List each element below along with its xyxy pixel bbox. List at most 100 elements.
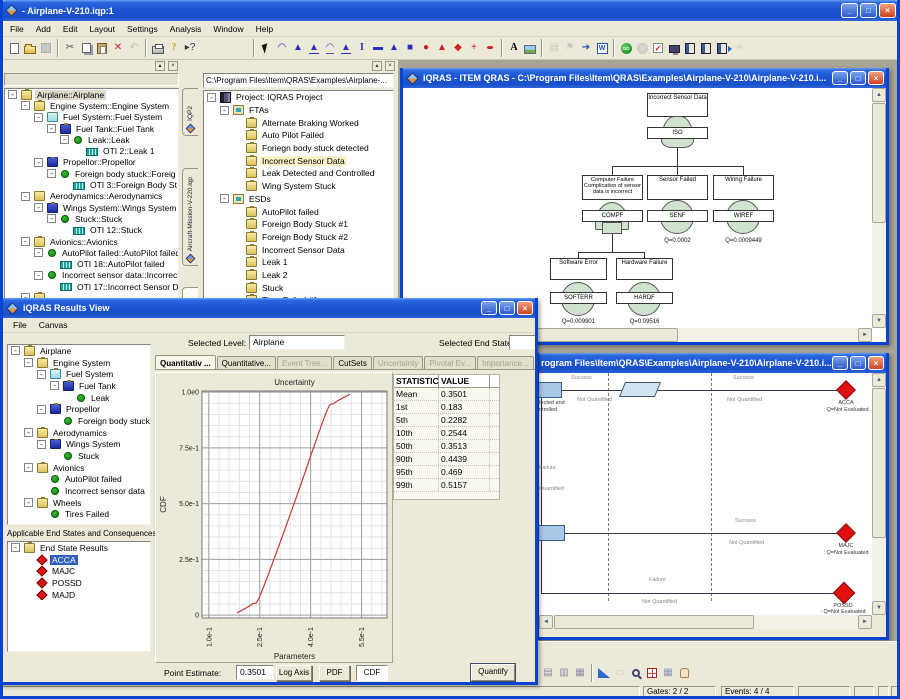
stats-row-mean[interactable]: Mean0.3501 [394,388,499,401]
proj-alternate-braking-worked[interactable]: Alternate Braking Worked [204,116,393,129]
event-sequence-canvas[interactable]: tected and ntrolled Success Not Quantifi… [539,373,872,615]
cross-event-tool[interactable]: + [466,40,482,57]
rv-foreign-body-stuck[interactable]: Foreign body stuck [8,415,150,427]
results-menu-file[interactable]: File [7,319,33,331]
tree-expander-icon[interactable]: - [24,428,33,437]
end-state-acca[interactable] [836,380,856,400]
or-gate-tool[interactable]: ▲ [290,40,306,57]
esd-document-window[interactable]: rogram Files\Item\QRAS\Examples\Airplane… [536,353,889,640]
stats-row-10th[interactable]: 10th0.2544 [394,427,499,440]
hier-fuel-system-fuel-system[interactable]: -Fuel System::Fuel System [5,112,178,123]
fta-event-box-wiref[interactable]: Wiring Failure [713,175,774,200]
proj-foreign-body-stuck-1[interactable]: Foreign Body Stuck #1 [204,218,393,231]
hier-incorrect-sensor-data-incorrect[interactable]: -Incorrect sensor data::Incorrect [5,270,178,281]
stats-row-5th[interactable]: 5th0.2282 [394,414,499,427]
tree-expander-icon[interactable]: - [11,346,20,355]
menu-layout[interactable]: Layout [83,23,121,35]
proj-stuck[interactable]: Stuck [204,281,393,294]
hier-autopilot-failed-autopilot-failed[interactable]: -AutoPilot failed::AutoPilot failed [5,247,178,258]
menu-file[interactable]: File [4,23,30,35]
tree-expander-icon[interactable]: - [11,543,20,552]
close-button[interactable]: × [868,356,884,370]
report-alt-tool[interactable] [698,40,714,57]
tree-expander-icon[interactable]: - [34,271,43,280]
copy-tool[interactable] [78,40,94,57]
rv-leak[interactable]: Leak [8,392,150,404]
rv-avionics[interactable]: -Avionics [8,462,150,474]
hier-leak-leak[interactable]: -Leak::Leak [5,134,178,145]
select-tool[interactable] [258,40,274,57]
panel-collapse-button[interactable]: ▴ [155,61,165,71]
results-menu-canvas[interactable]: Canvas [33,319,74,331]
hier-oti-18-autopilot-failed[interactable]: OTI 18::AutoPilot failed [5,258,178,269]
end-state-majc[interactable] [836,523,856,543]
scroll-up-button[interactable]: ▲ [872,88,886,102]
context-help-tool[interactable]: ▸? [182,40,198,57]
tree-expander-icon[interactable]: - [8,90,17,99]
vertical-scrollbar[interactable]: ▲ ▼ [872,88,886,328]
xor-gate-tool[interactable]: ▲ [338,40,354,57]
menu-analysis[interactable]: Analysis [164,23,208,35]
fta-event-box-senf[interactable]: Sensor Failed [647,175,708,200]
transfer-gate-tool[interactable]: I [354,40,370,57]
verify-tool[interactable]: ✓ [650,40,666,57]
maximize-button[interactable]: □ [850,356,866,370]
close-button[interactable]: × [868,71,884,85]
tree-expander-icon[interactable]: - [220,194,229,203]
fta-window-titlebar[interactable]: iQRAS - ITEM QRAS - C:\Program Files\Ite… [403,68,886,88]
selected-end-state-field[interactable] [509,335,538,350]
esd-comment-shape[interactable] [619,382,661,397]
tree-expander-icon[interactable]: - [37,405,46,414]
point-estimate-field[interactable]: 0.3501 [236,665,274,680]
word-export-tool[interactable]: W [594,40,610,57]
stats-row-1st[interactable]: 1st0.183 [394,401,499,414]
hier-fuel-tank-fuel-tank[interactable]: -Fuel Tank::Fuel Tank [5,123,178,134]
tab-cutsets[interactable]: CutSets [333,356,371,369]
rv-fuel-system[interactable]: -Fuel System [8,368,150,380]
es-majc[interactable]: MAJC [8,565,150,577]
event-label-senf[interactable]: SENF [647,210,708,222]
inhibit-gate-tool[interactable]: ▲ [306,40,322,57]
end-state-possd[interactable] [833,582,856,605]
es-possd[interactable]: POSSD [8,577,150,589]
report-tool[interactable] [682,40,698,57]
delete-tool[interactable]: ✕ [110,40,126,57]
house-event-tool[interactable]: ▲ [434,40,450,57]
log-axis-button[interactable]: Log Axis [276,665,312,681]
tab-quantitative[interactable]: Quantitative... [217,356,276,369]
scroll-up-button[interactable]: ▲ [872,373,886,387]
document-tab-iqp2[interactable]: IQP2 [182,88,198,136]
es-majd[interactable]: MAJD [8,589,150,601]
event-label-wiref[interactable]: WIREF [713,210,774,222]
hier-propellor-propellor[interactable]: -Propellor::Propellor [5,157,178,168]
scroll-down-button[interactable]: ▼ [872,601,886,615]
go-tool[interactable]: GO [618,40,634,57]
scroll-down-button[interactable]: ▼ [872,314,886,328]
results-view-window[interactable]: iQRAS Results View _ □ × FileCanvas Sele… [0,298,538,685]
scroll-thumb[interactable] [554,615,754,629]
tree-expander-icon[interactable]: - [47,124,56,133]
proj-ftas[interactable]: -FTAs [204,104,393,117]
text-tool[interactable]: A [506,40,522,57]
proj-autopilot-failed[interactable]: AutoPilot failed [204,205,393,218]
fta-top-event-box[interactable]: Incorrect Sensor Data [647,93,708,117]
tree-expander-icon[interactable]: - [207,93,216,102]
fta-event-box-compf[interactable]: Computer Failure Complication of sensor … [582,175,643,200]
event-label-hardf[interactable]: HARDF [616,292,673,304]
event-label-softerr[interactable]: SOFTERR [550,292,607,304]
menu-edit[interactable]: Edit [57,23,84,35]
print-tool[interactable] [150,40,166,57]
tree-expander-icon[interactable]: - [50,381,59,390]
esd-event-block[interactable] [539,525,565,541]
minimize-button[interactable]: _ [832,356,848,370]
scroll-right-button[interactable]: ► [858,615,872,629]
stats-row-90th[interactable]: 90th0.4439 [394,453,499,466]
scroll-left-button[interactable]: ◄ [539,615,553,629]
and-gate-tool[interactable]: ◠ [274,40,290,57]
tree-expander-icon[interactable]: - [37,370,46,379]
tree-expander-icon[interactable]: - [34,203,43,212]
panel-close-button[interactable]: × [385,61,395,71]
stats-row-50th[interactable]: 50th0.3513 [394,440,499,453]
maximize-button[interactable]: □ [850,71,866,85]
tree-expander-icon[interactable]: - [21,192,30,201]
